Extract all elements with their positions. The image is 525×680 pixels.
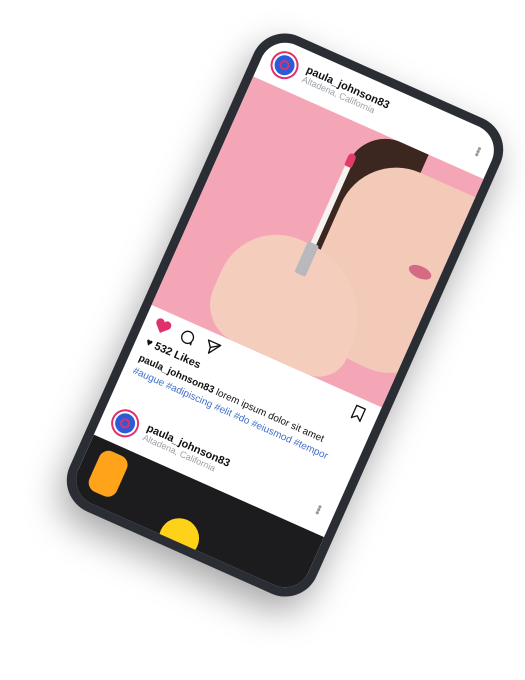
- stage: paula_johnson83 Altadena, California •••: [0, 0, 525, 680]
- avatar-logo: [271, 52, 298, 79]
- avatar[interactable]: [266, 46, 304, 84]
- photo-bottle: [85, 447, 131, 500]
- comment-icon[interactable]: [176, 325, 200, 349]
- phone-mockup: paula_johnson83 Altadena, California •••: [55, 22, 515, 608]
- phone-screen: paula_johnson83 Altadena, California •••: [67, 34, 503, 596]
- avatar[interactable]: [106, 404, 144, 442]
- more-vertical-icon[interactable]: •••: [470, 144, 487, 158]
- more-vertical-icon[interactable]: •••: [310, 502, 327, 516]
- heart-icon[interactable]: [151, 314, 175, 338]
- avatar-logo: [111, 410, 139, 437]
- send-icon[interactable]: [200, 336, 224, 360]
- photo-lemon: [152, 511, 206, 565]
- bookmark-icon[interactable]: [346, 401, 370, 425]
